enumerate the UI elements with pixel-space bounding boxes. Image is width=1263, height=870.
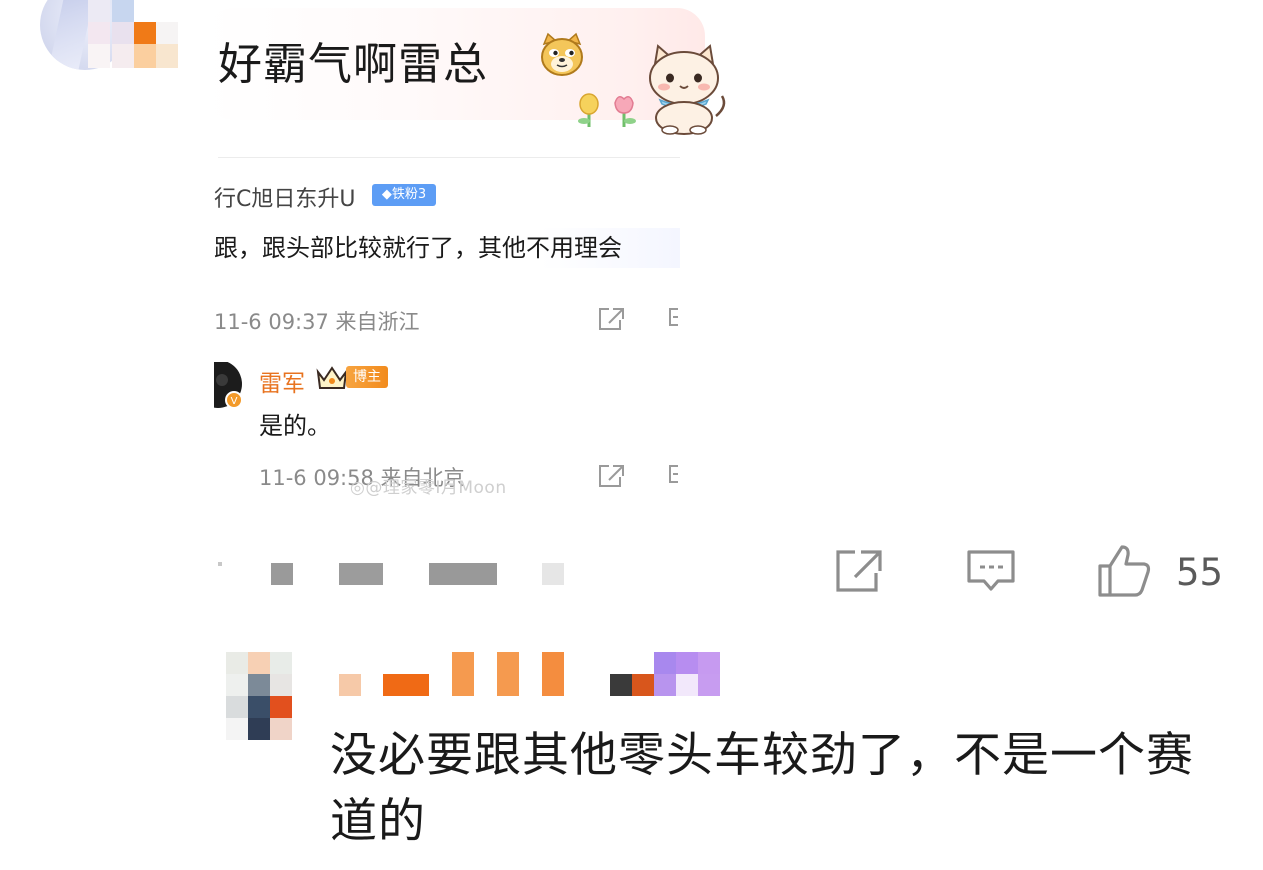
reply-text: 是的。 [259,412,331,440]
like-icon[interactable] [1096,544,1152,602]
doge-emoji-icon [538,32,586,82]
quote-divider [218,157,680,158]
flower-decoration-icon [574,93,644,133]
svg-text:V: V [231,396,238,407]
comment-text: 好霸气啊雷总 [218,39,488,90]
cat-sticker-icon [640,40,730,139]
author-badge: 博主 [346,366,388,388]
like-count: 55 [1176,551,1224,594]
weibo-watermark: ◎@理家零Ⅰ月Moon [350,478,507,498]
crown-icon [316,366,348,394]
share-icon [596,463,626,493]
share-icon [596,306,626,336]
replier-name: 雷军 [259,371,305,397]
share-icon[interactable] [833,547,885,599]
replier-avatar[interactable]: V [214,362,244,410]
comment-icon-partial [668,306,678,330]
quoted-comment-text: 跟，跟头部比较就行了，其他不用理会 [214,228,680,268]
fan-badge: ◆铁粉3 [372,184,436,206]
commenter-avatar[interactable] [226,652,294,742]
quoted-comment-meta: 11-6 09:37 来自浙江 [214,310,420,334]
weibo-logo-icon: ◎ [350,478,366,498]
diamond-icon: ◆ [381,187,392,202]
comment-text: 没必要跟其他零头车较劲了，不是一个赛道的 [330,728,1194,849]
quoted-username: 行C旭日东升U [214,187,356,212]
comment-icon-partial [668,463,678,487]
comment-icon[interactable] [966,547,1018,599]
